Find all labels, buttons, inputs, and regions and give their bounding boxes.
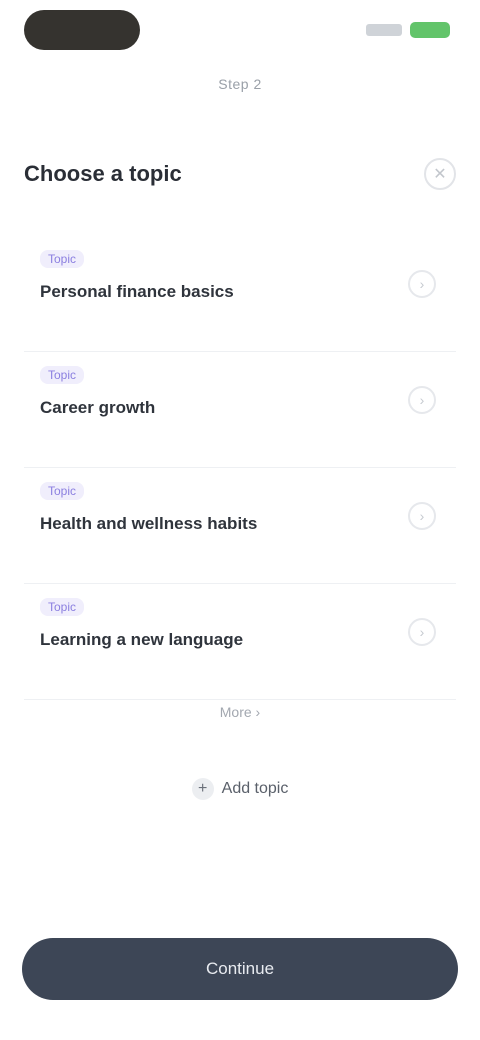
item-tag: Topic (40, 482, 85, 500)
plus-icon: + (191, 778, 214, 800)
item-title: Personal finance basics (40, 282, 234, 301)
step-indicator: Step 2 (218, 76, 262, 92)
chevron-right-icon: › (408, 386, 436, 414)
status-indicators (366, 22, 450, 38)
add-topic-label: Add topic (221, 780, 289, 797)
dynamic-island (24, 10, 140, 50)
list-item[interactable]: Topic Health and wellness habits › (24, 468, 456, 584)
section-header: Choose a topic ✕ (24, 156, 456, 192)
topic-list: Topic Personal finance basics › Topic Ca… (24, 236, 456, 700)
item-title: Health and wellness habits (40, 514, 258, 533)
item-title: Learning a new language (40, 630, 244, 649)
page-title: Choose a topic (24, 161, 182, 186)
chevron-right-icon: › (408, 618, 436, 646)
list-item[interactable]: Topic Career growth › (24, 352, 456, 468)
list-item[interactable]: Topic Learning a new language › (24, 584, 456, 700)
add-topic-button[interactable]: + Add topic (0, 778, 480, 800)
close-icon[interactable]: ✕ (424, 158, 456, 190)
item-tag: Topic (40, 250, 85, 268)
chevron-right-icon: › (408, 270, 436, 298)
chevron-right-icon: › (408, 502, 436, 530)
signal-icon (366, 24, 402, 36)
more-link[interactable]: More › (0, 704, 480, 720)
item-tag: Topic (40, 366, 85, 384)
continue-button[interactable]: Continue (22, 938, 458, 1000)
list-item[interactable]: Topic Personal finance basics › (24, 236, 456, 352)
status-bar (0, 0, 480, 64)
item-title: Career growth (40, 398, 156, 417)
battery-icon (410, 22, 450, 38)
item-tag: Topic (40, 598, 85, 616)
